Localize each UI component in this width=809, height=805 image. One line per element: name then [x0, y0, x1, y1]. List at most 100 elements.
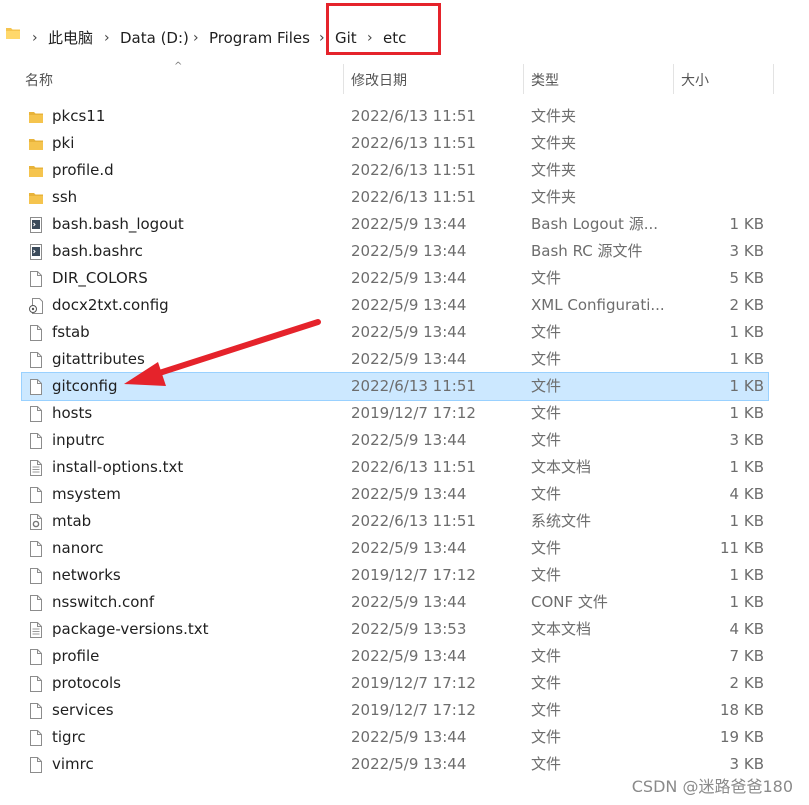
file-type: Bash RC 源文件: [531, 242, 643, 260]
file-size: 7 KB: [729, 647, 764, 665]
breadcrumb-item-drive[interactable]: Data (D:): [120, 30, 189, 47]
file-type: 文件: [531, 485, 562, 503]
file-type: XML Configurati...: [531, 296, 665, 314]
file-size: 5 KB: [729, 269, 764, 287]
file-type: 文本文档: [531, 620, 592, 638]
column-divider[interactable]: [343, 64, 344, 94]
file-date: 2019/12/7 17:12: [351, 404, 476, 422]
column-header: ^ 名称 修改日期 类型 大小: [0, 61, 809, 95]
file-date: 2022/5/9 13:44: [351, 755, 467, 773]
file-name: nsswitch.conf: [52, 593, 155, 611]
chevron-right-icon[interactable]: ›: [319, 30, 325, 47]
file-name: inputrc: [52, 431, 105, 449]
file-row[interactable]: networks 2019/12/7 17:12 文件 1 KB: [22, 562, 768, 589]
file-name: profile: [52, 647, 100, 665]
file-row[interactable]: profile 2022/5/9 13:44 文件 7 KB: [22, 643, 768, 670]
file-row[interactable]: msystem 2022/5/9 13:44 文件 4 KB: [22, 481, 768, 508]
file-icon: [30, 649, 42, 665]
file-row[interactable]: nanorc 2022/5/9 13:44 文件 11 KB: [22, 535, 768, 562]
file-row[interactable]: inputrc 2022/5/9 13:44 文件 3 KB: [22, 427, 768, 454]
column-header-date[interactable]: 修改日期: [351, 70, 407, 90]
file-type: 文件: [531, 350, 562, 368]
file-date: 2022/5/9 13:44: [351, 647, 467, 665]
file-type: 文件: [531, 566, 562, 584]
file-name: profile.d: [52, 161, 114, 179]
file-name: fstab: [52, 323, 90, 341]
file-type: 文件: [531, 539, 562, 557]
chevron-right-icon[interactable]: ›: [193, 30, 199, 47]
file-date: 2022/6/13 11:51: [351, 458, 476, 476]
file-name: nanorc: [52, 539, 104, 557]
file-name: pki: [52, 134, 75, 152]
file-date: 2022/6/13 11:51: [351, 161, 476, 179]
file-row[interactable]: install-options.txt 2022/6/13 11:51 文本文档 1 …: [22, 454, 768, 481]
config-file-icon: [29, 298, 43, 314]
file-date: 2022/5/9 13:44: [351, 593, 467, 611]
file-icon: [30, 379, 42, 395]
file-date: 2022/5/9 13:44: [351, 323, 467, 341]
file-name: package-versions.txt: [52, 620, 209, 638]
file-row[interactable]: services 2019/12/7 17:12 文件 18 KB: [22, 697, 768, 724]
file-name: install-options.txt: [52, 458, 184, 476]
chevron-right-icon[interactable]: ›: [32, 30, 38, 47]
file-row[interactable]: tigrc 2022/5/9 13:44 文件 19 KB: [22, 724, 768, 751]
file-row[interactable]: mtab 2022/6/13 11:51 系统文件 1 KB: [22, 508, 768, 535]
file-type: Bash Logout 源...: [531, 215, 659, 233]
column-divider[interactable]: [523, 64, 524, 94]
file-icon: [30, 568, 42, 584]
column-header-name[interactable]: 名称: [25, 70, 53, 90]
file-size: 2 KB: [729, 296, 764, 314]
file-date: 2022/5/9 13:44: [351, 215, 467, 233]
file-row[interactable]: DIR_COLORS 2022/5/9 13:44 文件 5 KB: [22, 265, 768, 292]
file-name: msystem: [52, 485, 121, 503]
file-size: 1 KB: [729, 512, 764, 530]
file-size: 1 KB: [729, 215, 764, 233]
file-type: 文件: [531, 674, 562, 692]
breadcrumb-item-program-files[interactable]: Program Files: [209, 30, 310, 47]
file-date: 2019/12/7 17:12: [351, 701, 476, 719]
file-name: gitattributes: [52, 350, 145, 368]
file-icon: [30, 406, 42, 422]
file-row[interactable]: docx2txt.config 2022/5/9 13:44 XML Configu…: [22, 292, 768, 319]
file-size: 19 KB: [720, 728, 764, 746]
file-row[interactable]: nsswitch.conf 2022/5/9 13:44 CONF 文件 1 KB: [22, 589, 768, 616]
file-size: 1 KB: [729, 404, 764, 422]
file-row[interactable]: package-versions.txt 2022/5/9 13:53 文本文档 4 …: [22, 616, 768, 643]
file-date: 2019/12/7 17:12: [351, 674, 476, 692]
breadcrumb-item-this-pc[interactable]: 此电脑: [48, 30, 93, 47]
file-size: 1 KB: [729, 350, 764, 368]
column-divider[interactable]: [773, 64, 774, 94]
file-date: 2022/6/13 11:51: [351, 512, 476, 530]
column-divider[interactable]: [673, 64, 674, 94]
file-size: 11 KB: [720, 539, 764, 557]
file-type: 文件: [531, 431, 562, 449]
file-row[interactable]: pkcs11 2022/6/13 11:51 文件夹: [22, 103, 768, 130]
file-icon: [30, 541, 42, 557]
file-row[interactable]: hosts 2019/12/7 17:12 文件 1 KB: [22, 400, 768, 427]
file-name: DIR_COLORS: [52, 269, 148, 287]
file-row[interactable]: pki 2022/6/13 11:51 文件夹: [22, 130, 768, 157]
file-name: pkcs11: [52, 107, 106, 125]
file-row[interactable]: gitattributes 2022/5/9 13:44 文件 1 KB: [22, 346, 768, 373]
file-date: 2022/5/9 13:44: [351, 296, 467, 314]
file-date: 2022/5/9 13:44: [351, 269, 467, 287]
file-row[interactable]: fstab 2022/5/9 13:44 文件 1 KB: [22, 319, 768, 346]
chevron-right-icon[interactable]: ›: [104, 30, 110, 47]
file-name: gitconfig: [52, 377, 118, 395]
file-row[interactable]: profile.d 2022/6/13 11:51 文件夹: [22, 157, 768, 184]
file-row[interactable]: gitconfig 2022/6/13 11:51 文件 1 KB: [21, 372, 769, 401]
file-name: bash.bash_logout: [52, 215, 184, 233]
file-size: 1 KB: [729, 593, 764, 611]
file-name: bash.bashrc: [52, 242, 143, 260]
file-size: 3 KB: [729, 242, 764, 260]
file-row[interactable]: ssh 2022/6/13 11:51 文件夹: [22, 184, 768, 211]
file-row[interactable]: bash.bash_logout 2022/5/9 13:44 Bash Logou…: [22, 211, 768, 238]
bash-file-icon: [30, 244, 42, 260]
file-row[interactable]: bash.bashrc 2022/5/9 13:44 Bash RC 源文件 3 KB: [22, 238, 768, 265]
file-row[interactable]: protocols 2019/12/7 17:12 文件 2 KB: [22, 670, 768, 697]
text-file-icon: [30, 622, 42, 638]
folder-icon: [29, 139, 43, 150]
file-date: 2022/6/13 11:51: [351, 134, 476, 152]
column-header-size[interactable]: 大小: [681, 70, 709, 90]
column-header-type[interactable]: 类型: [531, 70, 559, 90]
